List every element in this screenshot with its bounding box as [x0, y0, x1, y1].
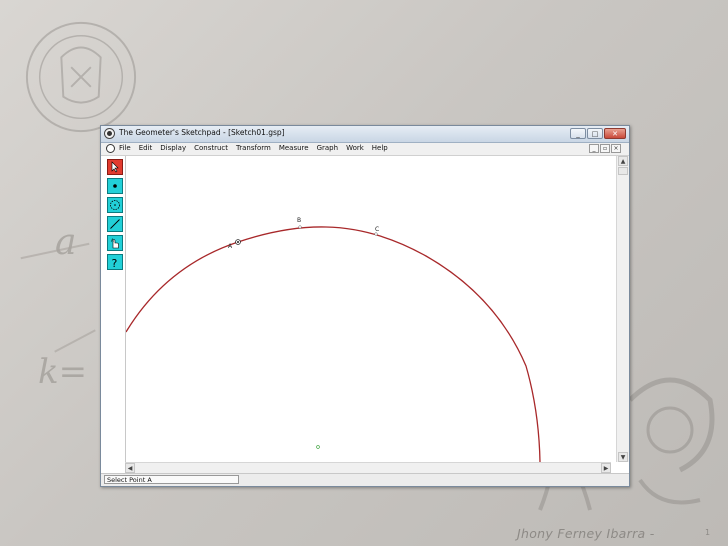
center-point-marker[interactable]	[316, 445, 320, 449]
menu-work[interactable]: Work	[346, 144, 364, 152]
menu-measure[interactable]: Measure	[279, 144, 309, 152]
background-decoration	[54, 329, 96, 353]
menu-help[interactable]: Help	[372, 144, 388, 152]
statusbar: Select Point A	[101, 473, 629, 486]
point-label-c[interactable]: C	[375, 226, 379, 233]
menu-file[interactable]: File	[119, 144, 131, 152]
scroll-thumb[interactable]	[618, 167, 628, 175]
compass-tool[interactable]	[107, 197, 123, 213]
point-a-marker[interactable]	[235, 239, 241, 245]
app-icon[interactable]	[104, 128, 115, 139]
university-seal-watermark	[25, 21, 137, 133]
background-math-symbol: a	[55, 222, 77, 263]
menu-transform[interactable]: Transform	[236, 144, 271, 152]
sketch-canvas[interactable]: A B C	[125, 156, 612, 463]
document-icon[interactable]	[106, 144, 115, 153]
scroll-up-icon[interactable]: ▲	[618, 156, 628, 166]
selection-arrow-tool[interactable]	[107, 159, 123, 175]
svg-text:?: ?	[112, 257, 118, 269]
menu-construct[interactable]: Construct	[194, 144, 228, 152]
window-titlebar[interactable]: The Geometer's Sketchpad - [Sketch01.gsp…	[101, 126, 629, 143]
sketch-drawing: A B C	[125, 217, 541, 463]
background-math-symbol: k=	[38, 352, 88, 392]
menu-edit[interactable]: Edit	[139, 144, 153, 152]
text-tool[interactable]: A	[107, 235, 123, 251]
circle-icon	[110, 200, 120, 210]
sketchpad-window: The Geometer's Sketchpad - [Sketch01.gsp…	[100, 125, 630, 487]
question-icon: ?	[112, 257, 118, 269]
window-controls: _ □ ✕	[570, 128, 626, 139]
point-c-marker[interactable]	[374, 232, 378, 236]
window-title: The Geometer's Sketchpad - [Sketch01.gsp…	[119, 128, 285, 137]
slide-footer: Jhony Ferney Ibarra -	[517, 526, 655, 541]
minimize-button[interactable]: _	[570, 128, 586, 139]
menu-display[interactable]: Display	[160, 144, 186, 152]
svg-text:A: A	[111, 238, 114, 243]
status-text: Select Point A	[104, 475, 239, 484]
menubar: File Edit Display Construct Transform Me…	[101, 143, 629, 156]
line-icon	[110, 219, 120, 229]
slide-page-number: 1	[705, 528, 711, 537]
point-label-b[interactable]: B	[297, 217, 301, 224]
toolbox: A ?	[107, 159, 125, 273]
doc-restore-button[interactable]: ▫	[600, 144, 610, 153]
custom-tool[interactable]: ?	[107, 254, 123, 270]
point-tool[interactable]	[107, 178, 123, 194]
scroll-right-icon[interactable]: ▶	[601, 463, 611, 473]
doc-minimize-button[interactable]: _	[589, 144, 599, 153]
scroll-left-icon[interactable]: ◀	[125, 463, 135, 473]
vertical-scrollbar[interactable]: ▲ ▼	[616, 156, 629, 462]
maximize-button[interactable]: □	[587, 128, 603, 139]
point-icon	[113, 184, 117, 188]
constructed-arc[interactable]	[125, 226, 541, 463]
document-controls: _ ▫ ×	[589, 144, 621, 153]
menu-graph[interactable]: Graph	[317, 144, 338, 152]
doc-close-button[interactable]: ×	[611, 144, 621, 153]
hand-icon: A	[111, 238, 119, 249]
point-b-marker[interactable]	[298, 225, 302, 229]
close-button[interactable]: ✕	[604, 128, 626, 139]
scroll-down-icon[interactable]: ▼	[618, 452, 628, 462]
arrow-icon	[111, 161, 119, 173]
straightedge-tool[interactable]	[107, 216, 123, 232]
